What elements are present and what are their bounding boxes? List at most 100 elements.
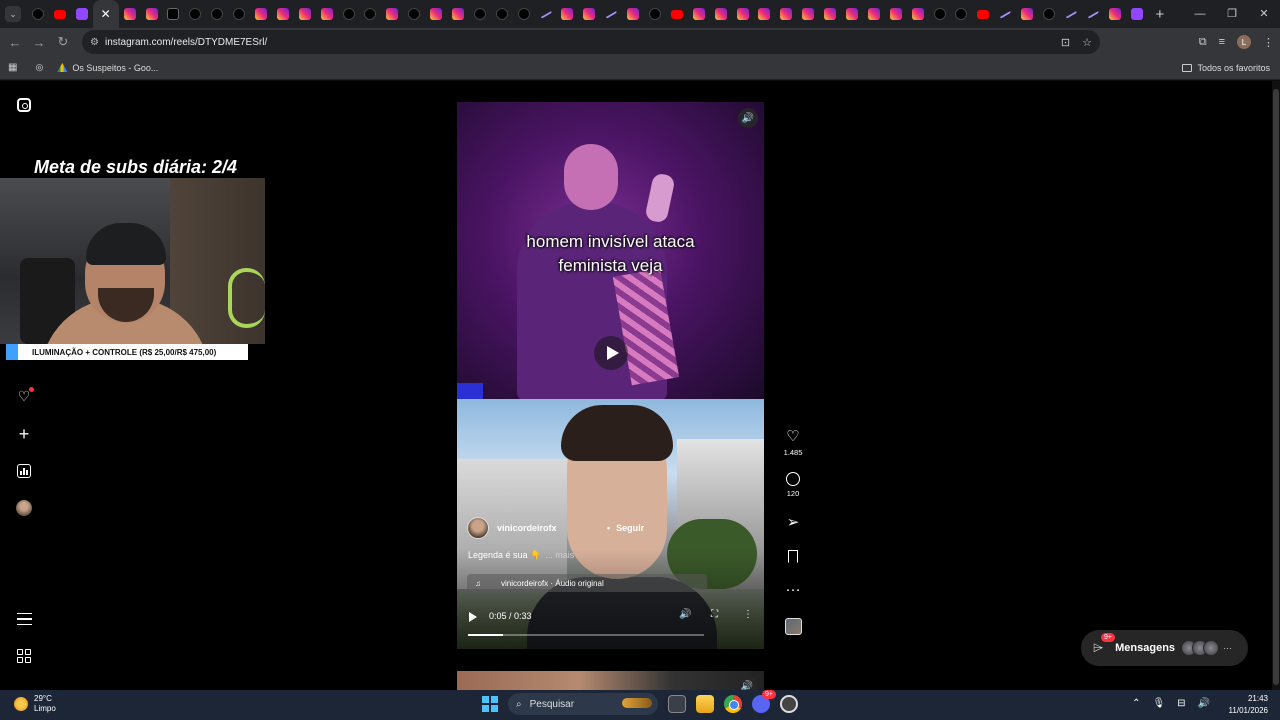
- back-icon[interactable]: ←: [3, 35, 27, 50]
- file-explorer-icon[interactable]: [696, 695, 714, 713]
- weather-widget[interactable]: 29°C Limpo: [14, 694, 56, 714]
- browser-tab-tiktok[interactable]: [469, 0, 491, 28]
- browser-tab-pen[interactable]: [600, 0, 622, 28]
- taskbar-search[interactable]: ⌕ Pesquisar: [508, 693, 658, 715]
- browser-tab-instagram[interactable]: [141, 0, 163, 28]
- audio-track[interactable]: ♫ vinicordeirofx · Áudio original: [467, 574, 707, 592]
- also-from-meta-icon[interactable]: [16, 648, 32, 664]
- reel-video-current[interactable]: vinicordeirofx Seguir Legenda é sua 👇...…: [457, 399, 764, 649]
- browser-tab-instagram[interactable]: [622, 0, 644, 28]
- browser-tab-tiktok[interactable]: [359, 0, 381, 28]
- comment-action[interactable]: 120: [780, 472, 806, 498]
- more-link[interactable]: ... mais: [545, 550, 574, 560]
- browser-tab-instagram[interactable]: [863, 0, 885, 28]
- more-menu-icon[interactable]: [16, 611, 32, 627]
- notifications-heart-icon[interactable]: ♡: [16, 387, 34, 404]
- create-plus-icon[interactable]: +: [16, 424, 32, 444]
- task-view-icon[interactable]: [668, 695, 686, 713]
- browser-tab-instagram[interactable]: [578, 0, 600, 28]
- follow-button[interactable]: Seguir: [607, 523, 644, 533]
- browser-tab-youtube[interactable]: [666, 0, 688, 28]
- browser-tab-twitch[interactable]: [1126, 0, 1148, 28]
- browser-tab-instagram[interactable]: [841, 0, 863, 28]
- browser-tab-instagram[interactable]: [797, 0, 819, 28]
- like-heart-icon[interactable]: ♡: [786, 429, 799, 445]
- tab-search-button[interactable]: ⌄: [5, 6, 21, 22]
- discord-icon[interactable]: 9+: [752, 690, 776, 713]
- fullscreen-icon[interactable]: ⛶: [711, 609, 718, 620]
- browser-tab-instagram[interactable]: [754, 0, 776, 28]
- browser-tab-instagram[interactable]: [907, 0, 929, 28]
- profile-avatar[interactable]: L: [1237, 35, 1251, 49]
- browser-tab-tiktok[interactable]: [403, 0, 425, 28]
- browser-tab-tiktok[interactable]: [228, 0, 250, 28]
- browser-tab-tiktok[interactable]: [951, 0, 973, 28]
- page-scrollbar[interactable]: [1272, 81, 1280, 690]
- microphone-icon[interactable]: 🎙: [1152, 698, 1165, 709]
- browser-tab-instagram[interactable]: [119, 0, 141, 28]
- browser-tab-instagram[interactable]: [250, 0, 272, 28]
- bookmark-item[interactable]: Os Suspeitos - Goo...: [57, 63, 158, 73]
- minimize-icon[interactable]: —: [1184, 0, 1216, 28]
- browser-tab-instagram[interactable]: [819, 0, 841, 28]
- browser-tab-instagram[interactable]: [1016, 0, 1038, 28]
- bookmark-star-icon[interactable]: ☆: [1082, 36, 1092, 49]
- browser-tab-x[interactable]: [162, 0, 184, 28]
- address-bar[interactable]: ⚙ instagram.com/reels/DTYDME7ESrl/ ⊡ ☆: [82, 30, 1100, 54]
- browser-tab-instagram[interactable]: [425, 0, 447, 28]
- browser-tab-pen[interactable]: [1060, 0, 1082, 28]
- browser-tab-instagram[interactable]: [688, 0, 710, 28]
- install-app-icon[interactable]: ⊡: [1061, 36, 1070, 49]
- browser-tab-instagram[interactable]: [556, 0, 578, 28]
- browser-tab-twitch[interactable]: [71, 0, 93, 28]
- reel-video-previous[interactable]: 🔊 homem invisível ataca feminista veja: [457, 102, 764, 399]
- browser-tab-tiktok[interactable]: [184, 0, 206, 28]
- browser-tab-pen[interactable]: [994, 0, 1016, 28]
- browser-tab-tiktok[interactable]: [1038, 0, 1060, 28]
- chrome-icon[interactable]: [724, 695, 742, 713]
- app-icon[interactable]: [780, 695, 798, 713]
- new-tab-button[interactable]: +: [1156, 6, 1165, 23]
- share-action[interactable]: ➢: [780, 515, 806, 531]
- restore-icon[interactable]: ❐: [1216, 0, 1248, 28]
- volume-icon[interactable]: 🔊: [1198, 698, 1210, 709]
- reel-video-next[interactable]: 🔊: [457, 671, 764, 690]
- browser-tab-tiktok[interactable]: [929, 0, 951, 28]
- like-action[interactable]: ♡ 1.485: [780, 429, 806, 458]
- author-username[interactable]: vinicordeirofx: [497, 523, 557, 533]
- profile-avatar-nav[interactable]: [16, 500, 32, 516]
- browser-tab-instagram[interactable]: [775, 0, 797, 28]
- more-options-icon[interactable]: ⋮: [743, 609, 753, 620]
- browser-tab-tiktok[interactable]: [27, 0, 49, 28]
- taskbar-clock[interactable]: 21:43 11/01/2026: [1229, 693, 1268, 717]
- apps-grid-icon[interactable]: ▦: [8, 62, 17, 73]
- chrome-favicon-icon[interactable]: ◎: [35, 62, 43, 73]
- share-send-icon[interactable]: ➢: [787, 515, 800, 531]
- url-text[interactable]: instagram.com/reels/DTYDME7ESrl/: [105, 37, 267, 48]
- messages-button[interactable]: ⌲ 9+ Mensagens ···: [1081, 630, 1248, 666]
- reload-icon[interactable]: ↻: [51, 34, 75, 50]
- sound-toggle-icon[interactable]: 🔊: [738, 108, 758, 128]
- close-window-icon[interactable]: ✕: [1248, 0, 1280, 28]
- video-progress-bar[interactable]: [468, 634, 704, 636]
- browser-tab-instagram[interactable]: [272, 0, 294, 28]
- browser-tab-tiktok[interactable]: [644, 0, 666, 28]
- dashboard-icon[interactable]: [16, 463, 32, 479]
- browser-menu-icon[interactable]: ⋮: [1263, 36, 1274, 49]
- tab-close-icon[interactable]: ✕: [92, 0, 119, 28]
- network-icon[interactable]: ⊟: [1177, 698, 1185, 709]
- forward-icon[interactable]: →: [27, 35, 51, 50]
- browser-tab-youtube[interactable]: [972, 0, 994, 28]
- volume-icon[interactable]: 🔊: [679, 609, 691, 620]
- browser-tab-tiktok[interactable]: [338, 0, 360, 28]
- browser-tab-tiktok[interactable]: [491, 0, 513, 28]
- media-controls-icon[interactable]: ≡: [1219, 36, 1225, 48]
- audio-page-action[interactable]: [780, 618, 806, 635]
- browser-tab-instagram[interactable]: [710, 0, 732, 28]
- author-avatar[interactable]: [467, 517, 489, 539]
- scrollbar-thumb[interactable]: [1273, 89, 1279, 685]
- bookmark-icon[interactable]: [788, 550, 798, 563]
- instagram-logo-icon[interactable]: [16, 97, 32, 113]
- browser-tab-instagram[interactable]: [316, 0, 338, 28]
- browser-tab-instagram[interactable]: [885, 0, 907, 28]
